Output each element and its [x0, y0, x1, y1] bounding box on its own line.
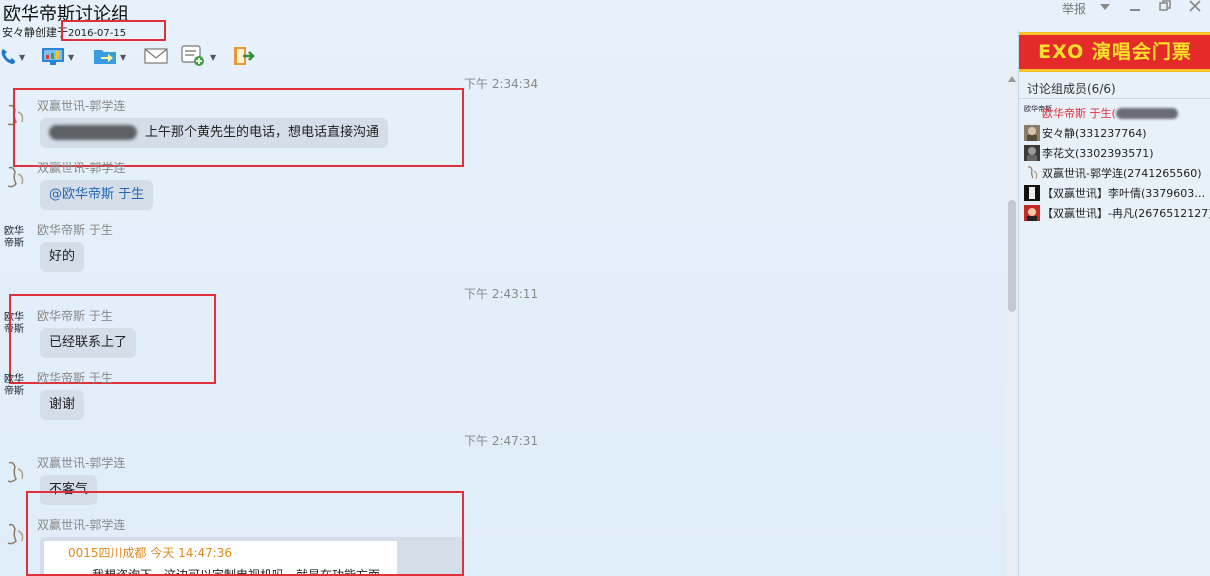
member-name: 【双赢世讯】-冉凡(2676512127) — [1042, 207, 1210, 220]
add-app-icon — [181, 44, 207, 70]
exit-button[interactable] — [232, 44, 256, 70]
scroll-up-icon[interactable] — [1008, 76, 1016, 82]
member-name: 安々静(331237764) — [1042, 127, 1147, 140]
screen-share-button[interactable]: ▼ — [41, 44, 74, 70]
phone-button[interactable]: ▼ — [0, 44, 25, 70]
add-app-button[interactable]: ▼ — [181, 44, 216, 70]
divider — [1019, 98, 1210, 99]
message-bubble: 谢谢 — [40, 390, 85, 420]
sender-name: 双赢世讯-郭学连 — [37, 456, 126, 470]
message-bubble: @欧华帝斯 于生 — [40, 180, 154, 210]
member-name: 【双赢世讯】李叶倩(3379603… — [1042, 187, 1206, 200]
avatar — [1024, 185, 1040, 201]
redacted-text — [1115, 107, 1178, 119]
members-title: 讨论组成员(6/6) — [1027, 82, 1116, 96]
avatar — [1024, 165, 1040, 181]
highlight-box — [26, 491, 464, 576]
scroll-thumb[interactable] — [1008, 200, 1016, 312]
member-item[interactable]: 【双赢世讯】-冉凡(2676512127) — [1024, 204, 1210, 222]
file-transfer-button[interactable]: ▼ — [93, 44, 126, 70]
toolbar: ▼ ▼ ▼ ▼ — [0, 42, 280, 72]
highlight-box — [61, 20, 166, 41]
chevron-down-icon: ▼ — [210, 52, 217, 62]
phone-icon — [0, 47, 16, 68]
chat-scrollbar[interactable] — [1006, 72, 1018, 576]
email-button[interactable] — [144, 44, 168, 70]
exit-icon — [232, 45, 256, 70]
member-name: 李花文(3302393571) — [1042, 147, 1154, 160]
chat-area: 下午 2:34:34 双赢世讯-郭学连 上午那个黄先生的电话，想电话直接沟通 双… — [0, 72, 1006, 576]
close-icon[interactable] — [1189, 0, 1201, 15]
avatar — [1024, 145, 1040, 161]
members-panel: EXO 演唱会门票 讨论组成员(6/6) 欧华帝斯 欧华帝斯 于生( 安々静(3… — [1018, 30, 1210, 576]
sender-name: 欧华帝斯 于生 — [37, 371, 113, 385]
avatar: 欧华帝斯 — [4, 374, 30, 404]
member-name: 欧华帝斯 于生( — [1042, 107, 1116, 120]
creator-text: 安々静创建于 — [2, 26, 68, 39]
avatar-text: 欧华帝斯 — [4, 226, 24, 249]
message-bubble: 好的 — [40, 242, 85, 272]
member-item[interactable]: 欧华帝斯 欧华帝斯 于生( — [1024, 104, 1178, 122]
chevron-down-icon: ▼ — [68, 52, 75, 62]
email-icon — [144, 47, 168, 68]
dropdown-menu-icon[interactable] — [1099, 1, 1111, 15]
report-link[interactable]: 举报 — [1062, 0, 1086, 17]
ad-banner[interactable]: EXO 演唱会门票 — [1019, 32, 1210, 72]
avatar: 欧华帝斯 — [1024, 105, 1052, 113]
highlight-box — [13, 88, 464, 167]
avatar — [4, 459, 30, 489]
restore-icon[interactable] — [1159, 0, 1171, 15]
sender-name: 欧华帝斯 于生 — [37, 223, 113, 237]
avatar — [4, 164, 30, 194]
timestamp: 下午 2:47:31 — [464, 434, 539, 448]
minimize-icon[interactable] — [1129, 0, 1141, 15]
timestamp: 下午 2:43:11 — [464, 287, 539, 301]
member-item[interactable]: 安々静(331237764) — [1024, 124, 1147, 142]
chevron-down-icon: ▼ — [120, 52, 127, 62]
chevron-down-icon: ▼ — [19, 52, 26, 62]
avatar: 欧华帝斯 — [4, 226, 30, 256]
member-item[interactable]: 李花文(3302393571) — [1024, 144, 1154, 162]
member-name: 双赢世讯-郭学连(2741265560) — [1042, 167, 1202, 180]
screen-share-icon — [41, 46, 65, 69]
sender-name: 双赢世讯-郭学连 — [37, 161, 126, 175]
member-item[interactable]: 双赢世讯-郭学连(2741265560) — [1024, 164, 1202, 182]
avatar-text: 欧华帝斯 — [4, 374, 24, 397]
avatar — [1024, 125, 1040, 141]
timestamp: 下午 2:34:34 — [464, 77, 539, 91]
file-transfer-icon — [93, 46, 117, 69]
member-item[interactable]: 【双赢世讯】李叶倩(3379603… — [1024, 184, 1205, 202]
avatar — [1024, 205, 1040, 221]
